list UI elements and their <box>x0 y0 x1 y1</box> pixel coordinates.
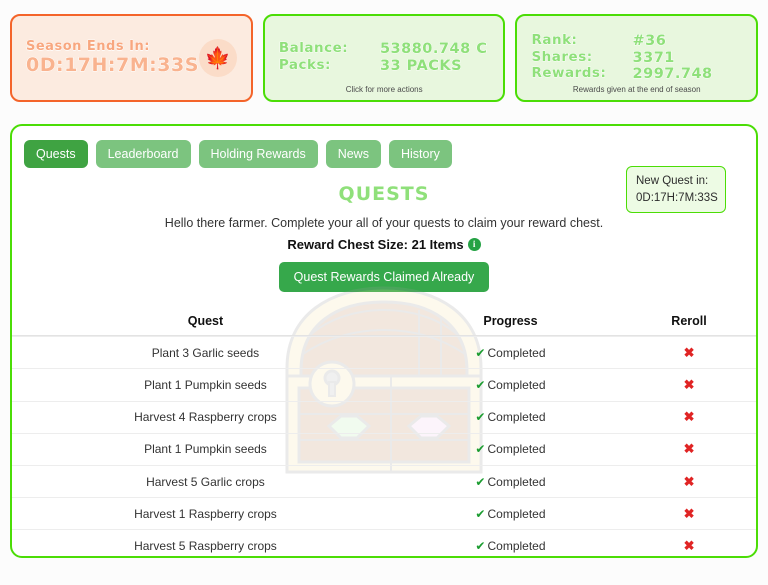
progress-text: Completed <box>487 506 546 521</box>
rank-rows: Rank: #36 Shares: 3371 Rewards: 2997.748 <box>531 31 742 83</box>
shares-row: Shares: 3371 <box>531 48 742 67</box>
quest-progress: ✔ Completed <box>399 346 622 360</box>
rank-label: Rank: <box>531 31 578 48</box>
reward-chest-size-text: Reward Chest Size: 21 Items <box>287 237 464 253</box>
season-card-inner: Season Ends In: 0D:17H:7M:33S 🍁 <box>26 39 237 77</box>
shares-value: 3371 <box>632 49 675 66</box>
tab-quests[interactable]: Quests <box>24 140 88 168</box>
check-icon: ✔ <box>475 378 486 393</box>
quest-name: Plant 3 Garlic seeds <box>151 345 260 360</box>
column-header-quest: Quest <box>187 313 224 328</box>
shares-label: Shares: <box>531 48 593 65</box>
check-icon: ✔ <box>475 345 486 360</box>
table-row: Harvest 5 Garlic crops ✔ Completed ✖ <box>12 465 756 497</box>
packs-row: Packs: 33 PACKS <box>278 57 490 75</box>
rewards-value: 2997.748 <box>632 66 713 83</box>
progress-text: Completed <box>487 474 546 489</box>
reroll-button[interactable]: ✖ <box>684 345 695 360</box>
quests-panel: Quests Leaderboard Holding Rewards News … <box>10 124 758 558</box>
quest-name: Harvest 5 Raspberry crops <box>134 538 277 553</box>
quest-name: Harvest 1 Raspberry crops <box>134 506 277 521</box>
balance-card[interactable]: Balance: 53880.748 C Packs: 33 PACKS Cli… <box>262 14 506 102</box>
table-row: Harvest 1 Raspberry crops ✔ Completed ✖ <box>12 497 756 529</box>
stats-row: Season Ends In: 0D:17H:7M:33S 🍁 Balance:… <box>10 14 759 102</box>
rank-value: #36 <box>632 32 667 49</box>
info-icon[interactable]: i <box>467 238 481 252</box>
rank-row: Rank: #36 <box>531 31 742 50</box>
quest-progress: ✔ Completed <box>399 539 622 553</box>
progress-text: Completed <box>487 442 546 457</box>
reroll-button[interactable]: ✖ <box>684 441 695 456</box>
reroll-button[interactable]: ✖ <box>684 506 695 521</box>
check-icon: ✔ <box>475 410 486 425</box>
quests-table: Quest Progress Reroll Plant 3 Garlic see… <box>12 306 756 556</box>
rank-card-note: Rewards given at the end of season <box>572 85 701 94</box>
claim-rewards-button[interactable]: Quest Rewards Claimed Already <box>278 262 490 293</box>
balance-value: 53880.748 C <box>379 41 488 58</box>
reward-chest-size: Reward Chest Size: 21 Items i <box>12 237 756 252</box>
quest-progress: ✔ Completed <box>399 475 622 489</box>
check-icon: ✔ <box>475 506 486 521</box>
maple-leaf-glyph: 🍁 <box>204 46 231 70</box>
quest-name: Harvest 4 Raspberry crops <box>134 410 277 425</box>
table-row: Plant 1 Pumpkin seeds ✔ Completed ✖ <box>12 432 756 465</box>
table-header-row: Quest Progress Reroll <box>12 306 756 337</box>
tab-news[interactable]: News <box>325 140 381 168</box>
packs-label: Packs: <box>278 57 331 73</box>
rewards-label: Rewards: <box>531 65 607 82</box>
balance-rows: Balance: 53880.748 C Packs: 33 PACKS <box>278 40 490 75</box>
rank-card[interactable]: Rank: #36 Shares: 3371 Rewards: 2997.748… <box>515 14 759 102</box>
table-row: Plant 3 Garlic seeds ✔ Completed ✖ <box>12 336 756 368</box>
column-header-reroll: Reroll <box>671 313 707 328</box>
table-row: Harvest 4 Raspberry crops ✔ Completed ✖ <box>12 400 756 433</box>
quest-name: Plant 1 Pumpkin seeds <box>144 378 267 393</box>
table-row: Plant 1 Pumpkin seeds ✔ Completed ✖ <box>12 368 756 400</box>
progress-text: Completed <box>487 410 546 425</box>
season-text-block: Season Ends In: 0D:17H:7M:33S <box>26 38 199 77</box>
tab-holding-rewards[interactable]: Holding Rewards <box>198 140 318 168</box>
balance-row: Balance: 53880.748 C <box>278 40 490 58</box>
table-row: Harvest 5 Raspberry crops ✔ Completed ✖ <box>12 529 756 556</box>
balance-card-note: Click for more actions <box>345 85 423 94</box>
progress-text: Completed <box>487 378 546 393</box>
panel-subtitle: Hello there farmer. Complete your all of… <box>164 216 604 231</box>
balance-label: Balance: <box>278 40 349 57</box>
rewards-row: Rewards: 2997.748 <box>531 65 742 83</box>
season-timer: 0D:17H:7M:33S <box>26 54 199 77</box>
quest-progress: ✔ Completed <box>399 442 622 456</box>
new-quest-timer-box: New Quest in: 0D:17H:7M:33S <box>626 166 726 214</box>
quest-name: Harvest 5 Garlic crops <box>146 474 265 489</box>
check-icon: ✔ <box>475 474 486 489</box>
new-quest-label: New Quest in: <box>636 175 709 187</box>
reroll-button[interactable]: ✖ <box>684 409 695 424</box>
quest-progress: ✔ Completed <box>399 378 622 392</box>
page-root: Season Ends In: 0D:17H:7M:33S 🍁 Balance:… <box>0 0 768 585</box>
reroll-button[interactable]: ✖ <box>684 538 695 553</box>
reroll-button[interactable]: ✖ <box>684 377 695 392</box>
quest-progress: ✔ Completed <box>399 507 622 521</box>
check-icon: ✔ <box>475 442 486 457</box>
column-header-progress: Progress <box>483 313 538 328</box>
season-label: Season Ends In: <box>26 38 150 54</box>
tab-history[interactable]: History <box>388 140 452 168</box>
claim-button-wrap: Quest Rewards Claimed Already <box>12 262 756 293</box>
progress-text: Completed <box>487 345 546 360</box>
reroll-button[interactable]: ✖ <box>684 474 695 489</box>
tab-leaderboard[interactable]: Leaderboard <box>95 140 191 168</box>
progress-text: Completed <box>487 538 546 553</box>
quest-progress: ✔ Completed <box>399 410 622 424</box>
check-icon: ✔ <box>475 538 486 553</box>
quest-name: Plant 1 Pumpkin seeds <box>144 442 267 457</box>
packs-value: 33 PACKS <box>379 58 463 75</box>
maple-leaf-icon: 🍁 <box>198 39 237 77</box>
season-card[interactable]: Season Ends In: 0D:17H:7M:33S 🍁 <box>10 14 253 102</box>
new-quest-timer: 0D:17H:7M:33S <box>636 191 718 204</box>
